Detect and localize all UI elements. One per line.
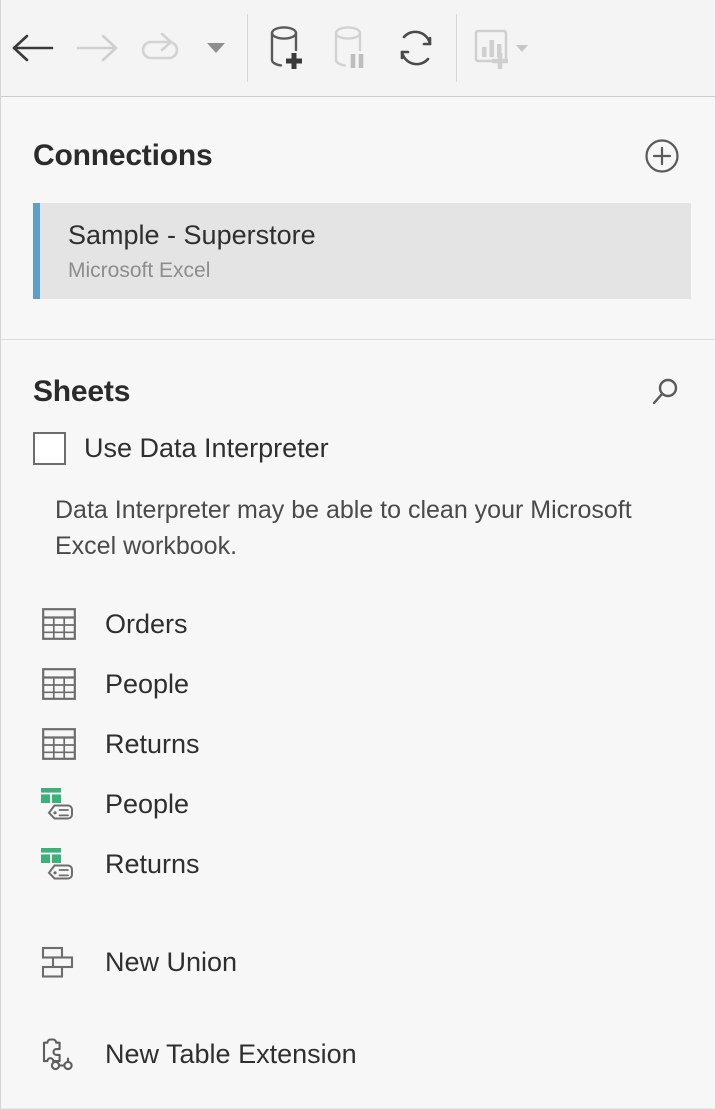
sheets-title: Sheets — [33, 375, 131, 408]
arrow-left-icon — [10, 31, 56, 65]
refresh-dropdown-button[interactable] — [193, 17, 239, 79]
toolbar-data-group — [256, 0, 448, 96]
connections-spacer — [1, 299, 715, 339]
new-union-item[interactable]: New Union — [33, 932, 683, 992]
forward-button[interactable] — [65, 17, 129, 79]
redo-arrow-icon — [135, 30, 187, 66]
sheet-label: Returns — [105, 728, 200, 759]
sheet-item-people-table[interactable]: People — [33, 654, 683, 714]
connections-header: Connections — [1, 135, 715, 177]
arrow-right-icon — [74, 31, 120, 65]
add-connection-button[interactable] — [641, 135, 683, 177]
connection-item-sample-superstore[interactable]: Sample - Superstore Microsoft Excel — [33, 203, 691, 299]
refresh-data-source-button[interactable] — [129, 17, 193, 79]
refresh-data-button[interactable] — [384, 17, 448, 79]
data-interpreter-hint: Data Interpreter may be able to clean yo… — [55, 496, 632, 560]
toolbar-worksheet-group — [465, 0, 537, 96]
new-worksheet-dropdown-button[interactable] — [507, 17, 537, 79]
sheet-item-returns-named-range[interactable]: Returns — [33, 834, 683, 894]
plus-circle-icon — [641, 135, 683, 177]
connection-name: Sample - Superstore — [68, 219, 316, 250]
named-range-icon — [39, 784, 79, 824]
data-source-panel: Connections Sample - Superstore Microsof… — [0, 0, 716, 1109]
use-data-interpreter-checkbox[interactable] — [33, 432, 66, 465]
connections-section: Connections Sample - Superstore Microsof… — [1, 97, 715, 340]
sheet-item-orders[interactable]: Orders — [33, 594, 683, 654]
sheet-item-people-named-range[interactable]: People — [33, 774, 683, 834]
connections-title: Connections — [33, 139, 213, 172]
named-range-icon — [39, 844, 79, 884]
toolbar — [1, 0, 715, 97]
table-extension-icon — [39, 1034, 79, 1074]
caret-down-icon — [207, 43, 225, 53]
refresh-circular-icon — [392, 24, 440, 72]
toolbar-separator-2 — [456, 14, 457, 82]
table-icon — [39, 664, 79, 704]
toolbar-navigation-group — [1, 0, 239, 96]
new-union-label: New Union — [105, 946, 238, 977]
search-sheets-button[interactable] — [647, 374, 683, 410]
back-button[interactable] — [1, 17, 65, 79]
sheet-actions-gap — [33, 992, 683, 1024]
sheet-item-returns-table[interactable]: Returns — [33, 714, 683, 774]
sheet-list: Orders People Returns People Returns New… — [1, 594, 715, 1084]
sheet-list-gap — [33, 894, 683, 932]
table-icon — [39, 724, 79, 764]
sheet-label: Returns — [105, 848, 200, 879]
toolbar-separator-1 — [247, 14, 248, 82]
sheet-label: People — [105, 668, 190, 699]
search-icon — [647, 374, 683, 410]
add-new-data-source-button[interactable] — [256, 17, 320, 79]
sheet-label: Orders — [105, 608, 188, 639]
union-icon — [39, 942, 79, 982]
sheets-header: Sheets — [1, 374, 715, 410]
database-pause-icon — [326, 22, 378, 74]
use-data-interpreter-row[interactable]: Use Data Interpreter — [1, 432, 715, 465]
connection-selected-indicator — [33, 203, 40, 299]
new-table-extension-label: New Table Extension — [105, 1038, 357, 1069]
caret-down-small-icon — [516, 44, 528, 52]
sheet-label: People — [105, 788, 190, 819]
table-icon — [39, 604, 79, 644]
connection-item-text: Sample - Superstore Microsoft Excel — [40, 203, 316, 299]
pause-auto-update-button[interactable] — [320, 17, 384, 79]
connection-type: Microsoft Excel — [68, 259, 211, 283]
database-plus-icon — [262, 22, 314, 74]
sheets-section: Sheets Use Data Interpreter Data Interpr… — [1, 340, 715, 1108]
new-table-extension-item[interactable]: New Table Extension — [33, 1024, 683, 1084]
use-data-interpreter-label: Use Data Interpreter — [84, 433, 329, 463]
